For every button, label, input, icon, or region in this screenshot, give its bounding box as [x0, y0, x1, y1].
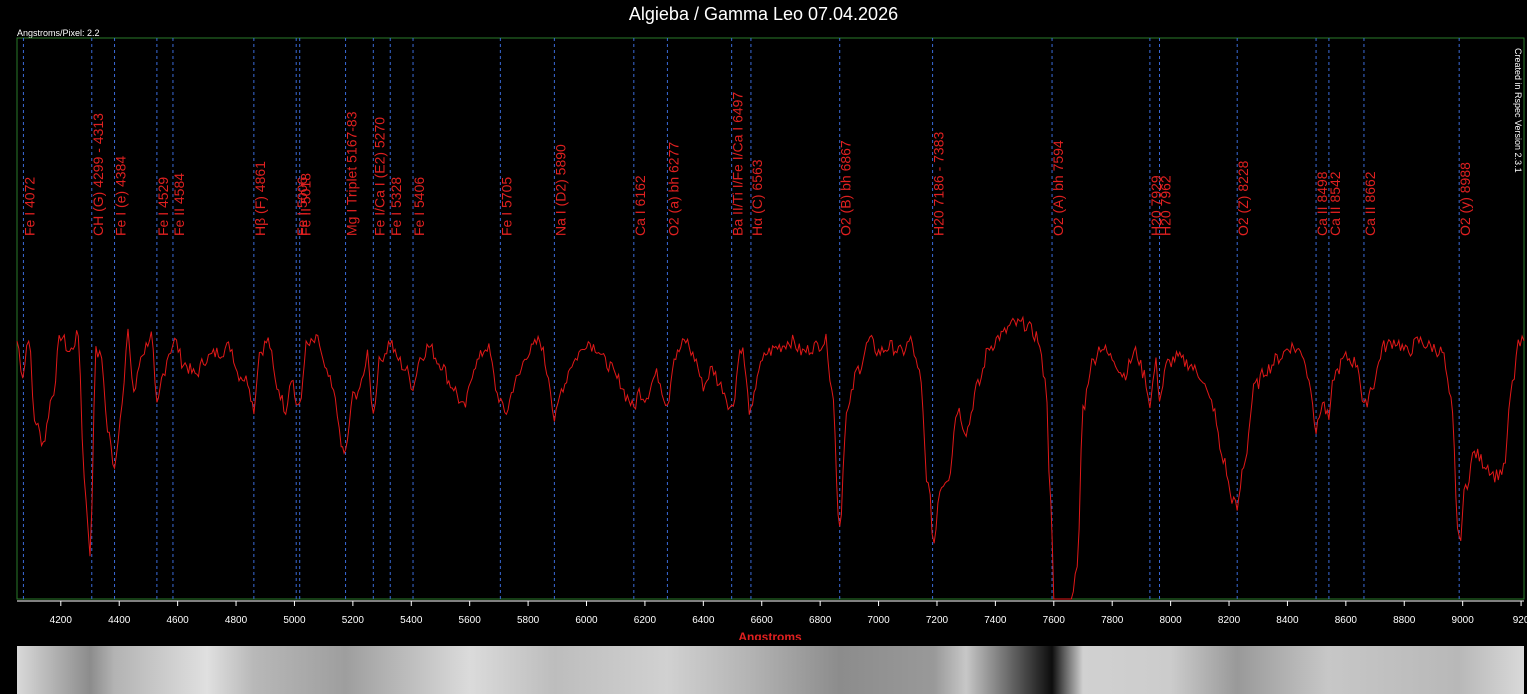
line-marker-label: O2 (a) bh 6277: [665, 142, 681, 236]
x-tick-label: 4200: [50, 615, 73, 626]
x-tick-label: 4600: [167, 615, 190, 626]
line-marker-label: O2 (A) bh 7594: [1050, 140, 1066, 236]
line-marker-label: Hβ (F) 4861: [252, 161, 268, 236]
x-tick-label: 5400: [400, 615, 423, 626]
line-marker-label: Fe II 5018: [298, 173, 314, 236]
spectrum-line: [16, 315, 1525, 600]
x-tick-label: 8600: [1335, 615, 1358, 626]
line-marker-label: H20 7186 - 7383: [931, 131, 947, 236]
x-tick-label: 4800: [225, 615, 248, 626]
x-tick-label: 6800: [809, 615, 832, 626]
x-tick-label: 4400: [108, 615, 131, 626]
x-tick-label: 8200: [1218, 615, 1241, 626]
line-marker-label: Mg I Triplet 5167-83: [344, 111, 360, 236]
x-tick-label: 8800: [1393, 615, 1416, 626]
x-tick-label: 6200: [634, 615, 657, 626]
x-axis-label: Angstroms: [738, 630, 802, 640]
line-marker-label: Fe I 5705: [498, 177, 514, 236]
line-marker-label: Fe I 5328: [388, 177, 404, 236]
x-tick-label: 8000: [1159, 615, 1182, 626]
x-tick-label: 6400: [692, 615, 715, 626]
line-marker-label: Fe I (e) 4384: [113, 156, 129, 236]
line-marker-label: Fe I 4529: [155, 177, 171, 236]
line-marker-labels: Fe I 4072 CH (G) 4299 - 4313 Fe I (e) 4384…: [21, 92, 1473, 236]
x-tick-label: 7600: [1043, 615, 1066, 626]
line-marker-label: CH (G) 4299 - 4313: [90, 113, 106, 236]
line-marker-label: Fe I/Ca I (E2) 5270: [371, 117, 387, 236]
software-credit: Created in Rspec Version 2.3.1: [1513, 48, 1523, 173]
line-marker-label: Fe I 5406: [411, 177, 427, 236]
line-marker-label: Fe II 4584: [171, 173, 187, 236]
line-marker-label: Ca II 8542: [1327, 171, 1343, 236]
x-tick-label: 920: [1513, 615, 1527, 626]
line-marker-label: H20 7962: [1158, 175, 1174, 236]
x-axis-ticks: 4200 4400 4600 4800 5000 5200 5400 5600 5800 6000…: [50, 601, 1527, 626]
x-tick-label: 6000: [575, 615, 598, 626]
line-marker-label: Ca II 8662: [1362, 171, 1378, 236]
x-tick-label: 9000: [1452, 615, 1475, 626]
x-tick-label: 5000: [283, 615, 306, 626]
line-marker-label: Na I (D2) 5890: [552, 144, 568, 236]
x-tick-label: 7400: [984, 615, 1007, 626]
x-tick-label: 7000: [867, 615, 890, 626]
line-marker-label: O2 (B) bh 6867: [838, 140, 854, 236]
x-tick-label: 5200: [342, 615, 365, 626]
line-marker-label: Ba II/Ti I/Fe I/Ca I 6497: [730, 92, 746, 236]
x-tick-label: 7200: [926, 615, 949, 626]
x-tick-label: 5800: [517, 615, 540, 626]
x-tick-label: 7800: [1101, 615, 1124, 626]
synthetic-spectrum-strip: [17, 646, 1524, 694]
line-marker-label: Ca I 6162: [632, 175, 648, 236]
x-tick-label: 6600: [751, 615, 774, 626]
plot-frame: [16, 37, 1525, 600]
x-tick-label: 8400: [1276, 615, 1299, 626]
line-marker-label: O2 (y) 8988: [1457, 162, 1473, 236]
line-marker-label: Hα (C) 6563: [749, 159, 765, 236]
spectrum-chart: Fe I 4072 CH (G) 4299 - 4313 Fe I (e) 4384…: [16, 37, 1527, 640]
line-marker-label: Fe I 4072: [21, 177, 37, 236]
line-marker-label: O2 (Z) 8228: [1235, 160, 1251, 236]
x-tick-label: 5600: [459, 615, 482, 626]
